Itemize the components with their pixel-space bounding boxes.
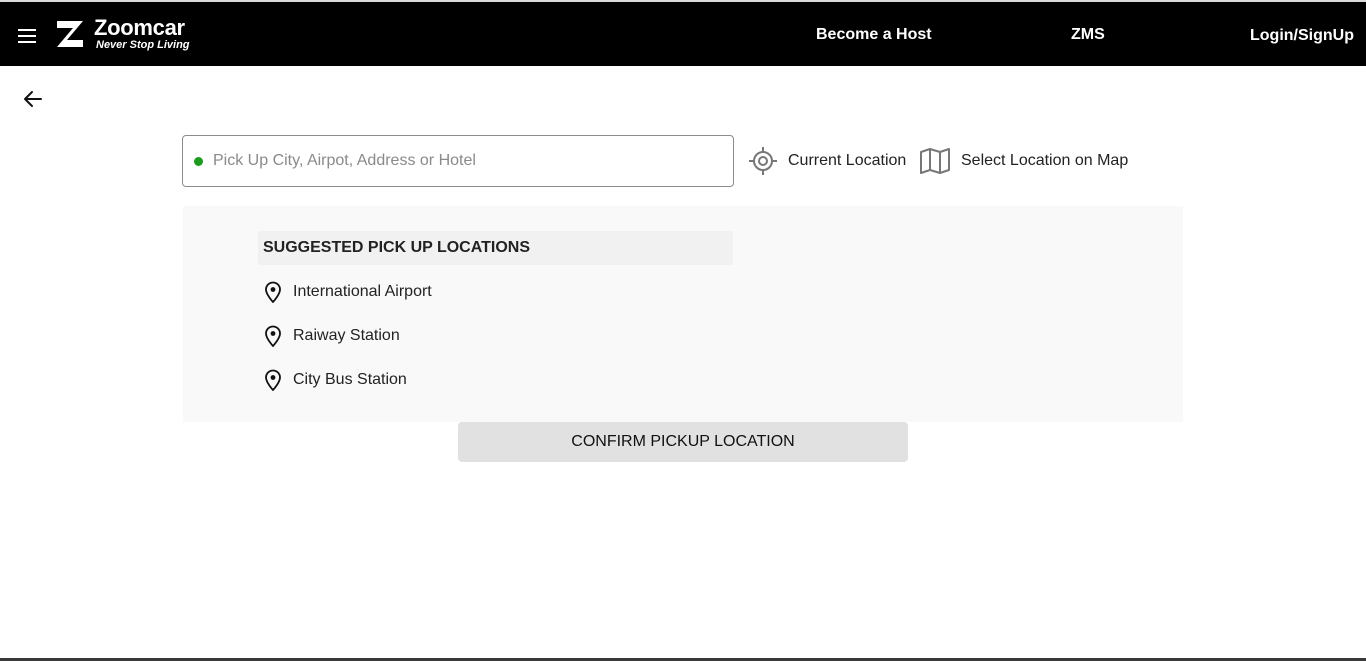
suggestion-label: International Airport [293,283,432,300]
back-arrow-icon[interactable] [22,88,44,110]
brand-logo[interactable]: Zoomcar Never Stop Living [54,16,190,52]
pickup-search-box[interactable] [182,135,734,187]
become-host-link[interactable]: Become a Host [816,26,932,44]
current-location-label: Current Location [788,152,907,169]
menu-icon[interactable] [18,29,38,45]
login-signup-link[interactable]: Login/SignUp [1250,27,1354,45]
suggestion-item-bus-station[interactable]: City Bus Station [263,368,407,392]
suggestion-label: City Bus Station [293,371,407,388]
suggestions-panel: SUGGESTED PICK UP LOCATIONS Internationa… [183,206,1183,422]
location-pin-icon [265,369,281,391]
brand-tagline: Never Stop Living [96,39,190,51]
pickup-search-input[interactable] [213,136,723,186]
suggestion-item-airport[interactable]: International Airport [263,280,432,304]
select-on-map-button[interactable]: Select Location on Map [919,145,1128,177]
crosshair-icon [749,147,777,175]
suggestion-label: Raiway Station [293,327,400,344]
top-navbar: Zoomcar Never Stop Living Become a Host … [0,2,1366,66]
location-pin-icon [265,281,281,303]
confirm-pickup-button[interactable]: CONFIRM PICKUP LOCATION [458,422,908,462]
zoomcar-logo-icon [56,21,83,47]
select-on-map-label: Select Location on Map [961,152,1129,169]
zms-link[interactable]: ZMS [1071,26,1105,44]
suggestion-item-railway[interactable]: Raiway Station [263,324,400,348]
suggestions-heading: SUGGESTED PICK UP LOCATIONS [258,231,733,265]
location-pin-icon [265,325,281,347]
map-icon [920,148,950,174]
brand-name: Zoomcar [94,15,185,40]
current-location-button[interactable]: Current Location [748,145,906,177]
status-dot-icon [194,157,203,166]
